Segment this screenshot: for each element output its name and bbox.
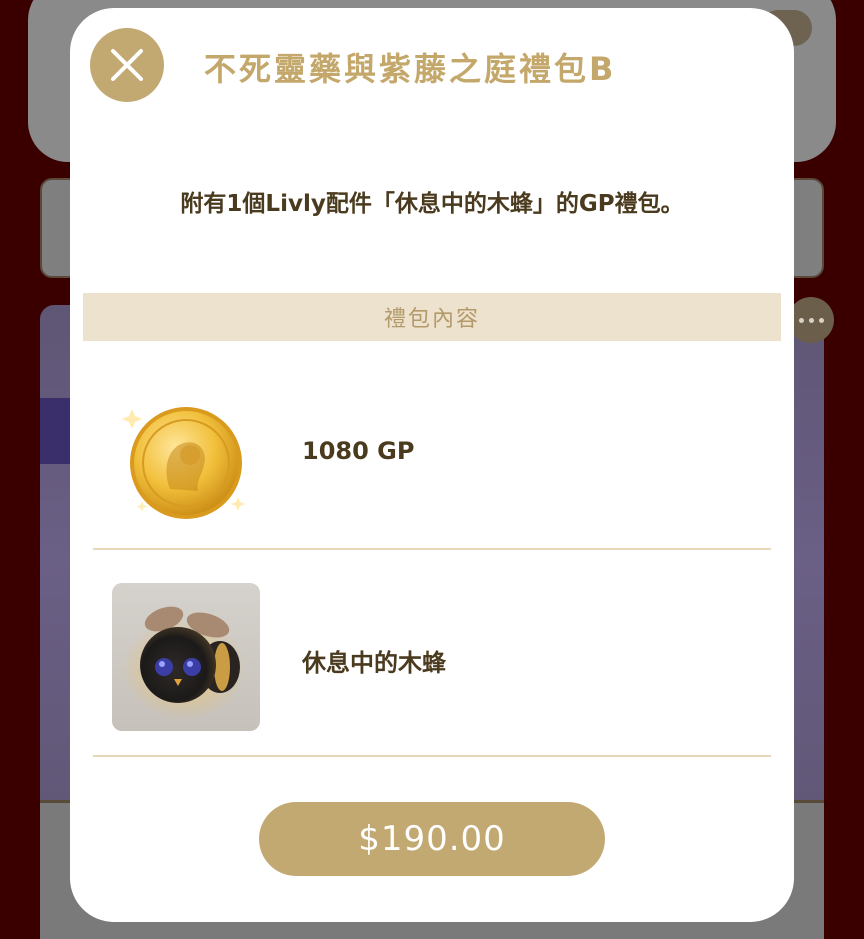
gold-coin-icon [112,389,260,537]
item-label-bee: 休息中的木蜂 [302,649,446,677]
close-button[interactable] [90,28,164,102]
modal-title: 不死靈藥與紫藤之庭禮包B [204,50,617,88]
section-header-contents: 禮包內容 [83,293,781,341]
list-item: 1080 GP [93,353,771,550]
purchase-price-button[interactable]: $190.00 [259,802,605,876]
list-item: 休息中的木蜂 [93,551,771,757]
more-options-icon [788,297,834,343]
background-banner [40,398,70,464]
item-label-gp: 1080 GP [302,437,415,465]
close-icon [111,49,143,81]
package-description: 附有1個Livly配件「休息中的木蜂」的GP禮包。 [180,191,684,217]
package-detail-modal: 不死靈藥與紫藤之庭禮包B 附有1個Livly配件「休息中的木蜂」的GP禮包。 禮… [70,8,794,922]
resting-bee-icon [112,583,260,731]
